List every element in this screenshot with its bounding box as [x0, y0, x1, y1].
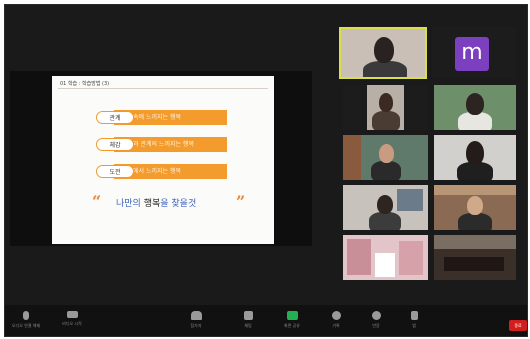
chat-button[interactable]: 채팅 — [231, 311, 265, 329]
smiley-icon — [371, 311, 381, 320]
chat-icon — [243, 311, 253, 320]
share-screen-icon — [286, 311, 298, 320]
microphone-icon — [23, 311, 29, 320]
apps-icon — [410, 311, 418, 320]
participant-video-2[interactable]: m — [432, 27, 516, 79]
zoom-meeting-window: 01 학습 : 학습방법 (3) 자연속에 느끼지는 행복 관계 자신과 관계의… — [4, 4, 528, 337]
apps-button[interactable]: 앱 — [397, 311, 431, 329]
slide-header: 01 학습 : 학습방법 (3) — [60, 81, 110, 87]
quote-open-mark: “ — [92, 192, 102, 211]
slide-item-label-2: 체감 — [96, 138, 134, 151]
participant-video-5[interactable] — [343, 135, 428, 180]
participant-video-8[interactable] — [434, 185, 516, 230]
slide-tagline: 나만의 행복을 찾을것 — [116, 196, 196, 209]
participant-video-3[interactable] — [343, 85, 428, 130]
quote-close-mark: ” — [236, 192, 246, 211]
participant-video-4[interactable] — [434, 85, 516, 130]
slide-item-label-1: 관계 — [96, 111, 134, 124]
participant-avatar: m — [455, 37, 489, 71]
presentation-slide: 01 학습 : 학습방법 (3) 자연속에 느끼지는 행복 관계 자신과 관계의… — [52, 76, 274, 244]
participants-icon — [190, 311, 202, 320]
participant-video-1[interactable] — [339, 27, 427, 79]
reactions-button[interactable]: 반응 — [359, 311, 393, 329]
participant-video-9[interactable] — [343, 235, 428, 280]
share-screen-button[interactable]: 화면 공유 — [275, 311, 309, 329]
record-icon — [331, 311, 341, 320]
meeting-toolbar: 오디오 연결 해제 비디오 시작 참가자 채팅 화면 공유 기록 반응 앱 종료 — [5, 305, 527, 336]
tagline-emphasis: 행복 — [143, 199, 161, 209]
leave-button[interactable]: 종료 — [509, 320, 527, 331]
tagline-part1: 나만의 — [116, 199, 144, 209]
participant-video-10[interactable] — [434, 235, 516, 280]
participants-button[interactable]: 참가자 — [179, 311, 213, 329]
mute-button[interactable]: 오디오 연결 해제 — [9, 311, 43, 329]
record-button[interactable]: 기록 — [319, 311, 353, 329]
slide-divider — [58, 88, 268, 89]
slide-item-label-3: 도전 — [96, 165, 134, 178]
participant-video-7[interactable] — [343, 185, 428, 230]
video-button[interactable]: 비디오 시작 — [55, 311, 89, 327]
video-camera-icon — [66, 311, 78, 318]
participant-video-6[interactable] — [434, 135, 516, 180]
shared-screen: 01 학습 : 학습방법 (3) 자연속에 느끼지는 행복 관계 자신과 관계의… — [10, 71, 312, 246]
tagline-part2: 을 찾을것 — [160, 199, 197, 209]
